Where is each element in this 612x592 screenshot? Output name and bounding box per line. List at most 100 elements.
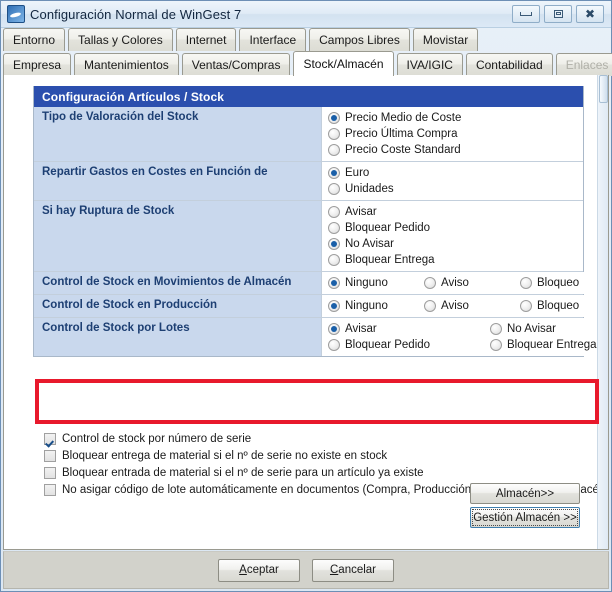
radio-icon[interactable]: [424, 300, 436, 312]
tab-label: Stock/Almacén: [303, 57, 384, 71]
radio-label: Precio Última Compra: [345, 128, 458, 140]
tab-interface[interactable]: Interface: [239, 28, 307, 51]
row-options-control-de-stock-por-lotes: Avisar No Avisar Bloquear Pedido Bloquear E…: [322, 318, 597, 356]
radio-option-aviso[interactable]: Aviso: [424, 298, 520, 314]
tab-tallas-y-colores[interactable]: Tallas y Colores: [68, 28, 173, 51]
checkbox-icon[interactable]: [44, 467, 56, 479]
row-options-repartir-gastos-en-costes-en-funcion-de: Euro Unidades: [322, 162, 583, 200]
row-label-control-de-stock-por-lotes: Control de Stock por Lotes: [34, 318, 322, 356]
tab-contabilidad[interactable]: Contabilidad: [465, 53, 553, 76]
row-label-control-de-stock-en-movimientos-de-almacen: Control de Stock en Movimientos de Almac…: [34, 272, 322, 294]
tab-enlaces: Enlaces: [555, 53, 612, 76]
vertical-scrollbar[interactable]: [597, 75, 608, 549]
row-options-tipo-de-valoracion-del-stock: Precio Medio de Coste Precio Última Compr…: [322, 107, 583, 161]
radio-option-bloqueo[interactable]: Bloqueo: [520, 298, 608, 314]
minimize-button[interactable]: [512, 5, 540, 23]
radio-option-bloquear-entrega[interactable]: Bloquear Entrega: [328, 252, 583, 268]
radio-option-no-avisar[interactable]: No Avisar: [490, 321, 597, 337]
close-button[interactable]: ✖: [576, 5, 604, 23]
radio-icon[interactable]: [328, 206, 340, 218]
radio-option-bloquear-pedido[interactable]: Bloquear Pedido: [328, 220, 583, 236]
highlight-rectangle: [35, 379, 599, 424]
close-icon: ✖: [584, 7, 596, 21]
grid-row-repartir-gastos-en-costes-en-funcion-de: Repartir Gastos en Costes en Función de E…: [34, 162, 583, 201]
button-cancelar[interactable]: Cancelar: [312, 558, 394, 582]
radio-option-bloquear-entrega[interactable]: Bloquear Entrega: [490, 337, 597, 353]
window-title: Configuración Normal de WinGest 7: [30, 6, 242, 22]
radio-icon[interactable]: [328, 144, 340, 156]
button-almacen[interactable]: Almacén>>: [470, 483, 580, 504]
radio-option-no-avisar[interactable]: No Avisar: [328, 236, 583, 252]
tab-label: Campos Libres: [319, 33, 400, 47]
radio-label: Ninguno: [345, 300, 388, 312]
tab-mantenimientos[interactable]: Mantenimientos: [74, 53, 179, 76]
radio-icon-selected[interactable]: [328, 238, 340, 250]
radio-label: Bloqueo: [537, 300, 580, 312]
tab-campos-libres[interactable]: Campos Libres: [309, 28, 410, 51]
radio-icon[interactable]: [328, 183, 340, 195]
radio-label: Aviso: [441, 277, 469, 289]
checkbox-icon-checked[interactable]: [44, 433, 56, 445]
scrollbar-thumb[interactable]: [599, 75, 608, 103]
checkbox-icon[interactable]: [44, 484, 56, 496]
radio-option-precio-coste-standard[interactable]: Precio Coste Standard: [328, 142, 583, 158]
radio-icon-selected[interactable]: [328, 112, 340, 124]
radio-icon-selected[interactable]: [328, 167, 340, 179]
radio-option-aviso[interactable]: Aviso: [424, 275, 520, 291]
radio-icon[interactable]: [520, 277, 532, 289]
radio-label: No Avisar: [345, 238, 395, 250]
radio-icon[interactable]: [490, 339, 502, 351]
app-wave-icon: [7, 5, 25, 23]
tab-label: Empresa: [13, 58, 62, 72]
configuration-window: Configuración Normal de WinGest 7 ✖ Ento…: [0, 0, 612, 592]
radio-option-bloquear-pedido[interactable]: Bloquear Pedido: [328, 337, 490, 353]
row-options-si-hay-ruptura-de-stock: Avisar Bloquear Pedido No Avisar Bloquear E…: [322, 201, 583, 271]
minimize-icon: [520, 12, 532, 16]
radio-option-precio-medio-de-coste[interactable]: Precio Medio de Coste: [328, 110, 583, 126]
tab-entorno[interactable]: Entorno: [3, 28, 66, 51]
tab-iva-igic[interactable]: IVA/IGIC: [396, 53, 463, 76]
radio-icon-selected[interactable]: [328, 300, 340, 312]
radio-label: No Avisar: [507, 323, 557, 335]
tab-label: Enlaces: [565, 58, 609, 72]
side-button-group: Almacén>> Gestión Almacén >>: [470, 483, 580, 531]
radio-option-bloqueo[interactable]: Bloqueo: [520, 275, 608, 291]
radio-icon[interactable]: [328, 222, 340, 234]
radio-icon[interactable]: [328, 128, 340, 140]
tab-label: Tallas y Colores: [78, 33, 163, 47]
radio-option-ninguno[interactable]: Ninguno: [328, 298, 424, 314]
button-aceptar[interactable]: Aceptar: [218, 558, 300, 582]
settings-grid: Configuración Artículos / Stock Tipo de …: [33, 86, 608, 357]
radio-option-avisar[interactable]: Avisar: [328, 204, 583, 220]
tab-movistar[interactable]: Movistar: [412, 28, 479, 51]
radio-option-unidades[interactable]: Unidades: [328, 181, 583, 197]
radio-icon-selected[interactable]: [328, 323, 340, 335]
radio-option-precio-ultima-compra[interactable]: Precio Última Compra: [328, 126, 583, 142]
radio-option-euro[interactable]: Euro: [328, 165, 583, 181]
radio-icon[interactable]: [328, 254, 340, 266]
row-options-control-de-stock-en-movimientos-de-almacen: Ninguno Aviso Bloqueo: [322, 272, 608, 294]
radio-icon[interactable]: [520, 300, 532, 312]
radio-icon[interactable]: [328, 339, 340, 351]
radio-icon[interactable]: [424, 277, 436, 289]
checkbox-bloquear-entrega-de-material-si-el-n-de-[interactable]: Bloquear entrega de material si el nº de…: [44, 448, 608, 464]
radio-label: Bloquear Entrega: [507, 339, 597, 351]
tab-stock-almacen[interactable]: Stock/Almacén: [293, 51, 394, 76]
maximize-icon: [553, 10, 563, 18]
radio-icon[interactable]: [490, 323, 502, 335]
button-gestion-almacen[interactable]: Gestión Almacén >>: [470, 507, 580, 528]
tab-label: IVA/IGIC: [406, 58, 453, 72]
tab-ventas-compras[interactable]: Ventas/Compras: [181, 53, 291, 76]
tab-internet[interactable]: Internet: [175, 28, 237, 51]
radio-icon-selected[interactable]: [328, 277, 340, 289]
row-label-tipo-de-valoracion-del-stock: Tipo de Valoración del Stock: [34, 107, 322, 161]
checkbox-icon[interactable]: [44, 450, 56, 462]
tab-empresa[interactable]: Empresa: [3, 53, 72, 76]
grid-row-tipo-de-valoracion-del-stock: Tipo de Valoración del Stock Precio Medio…: [34, 107, 583, 162]
radio-option-avisar[interactable]: Avisar: [328, 321, 490, 337]
maximize-button[interactable]: [544, 5, 572, 23]
radio-option-ninguno[interactable]: Ninguno: [328, 275, 424, 291]
checkbox-control-de-stock-por-numero-de-serie[interactable]: Control de stock por número de serie: [44, 431, 608, 447]
checkbox-bloquear-entrada-de-material-si-el-n-de-[interactable]: Bloquear entrada de material si el nº de…: [44, 465, 608, 481]
tab-bar-upper: Entorno Tallas y Colores Internet Interface…: [3, 26, 481, 51]
